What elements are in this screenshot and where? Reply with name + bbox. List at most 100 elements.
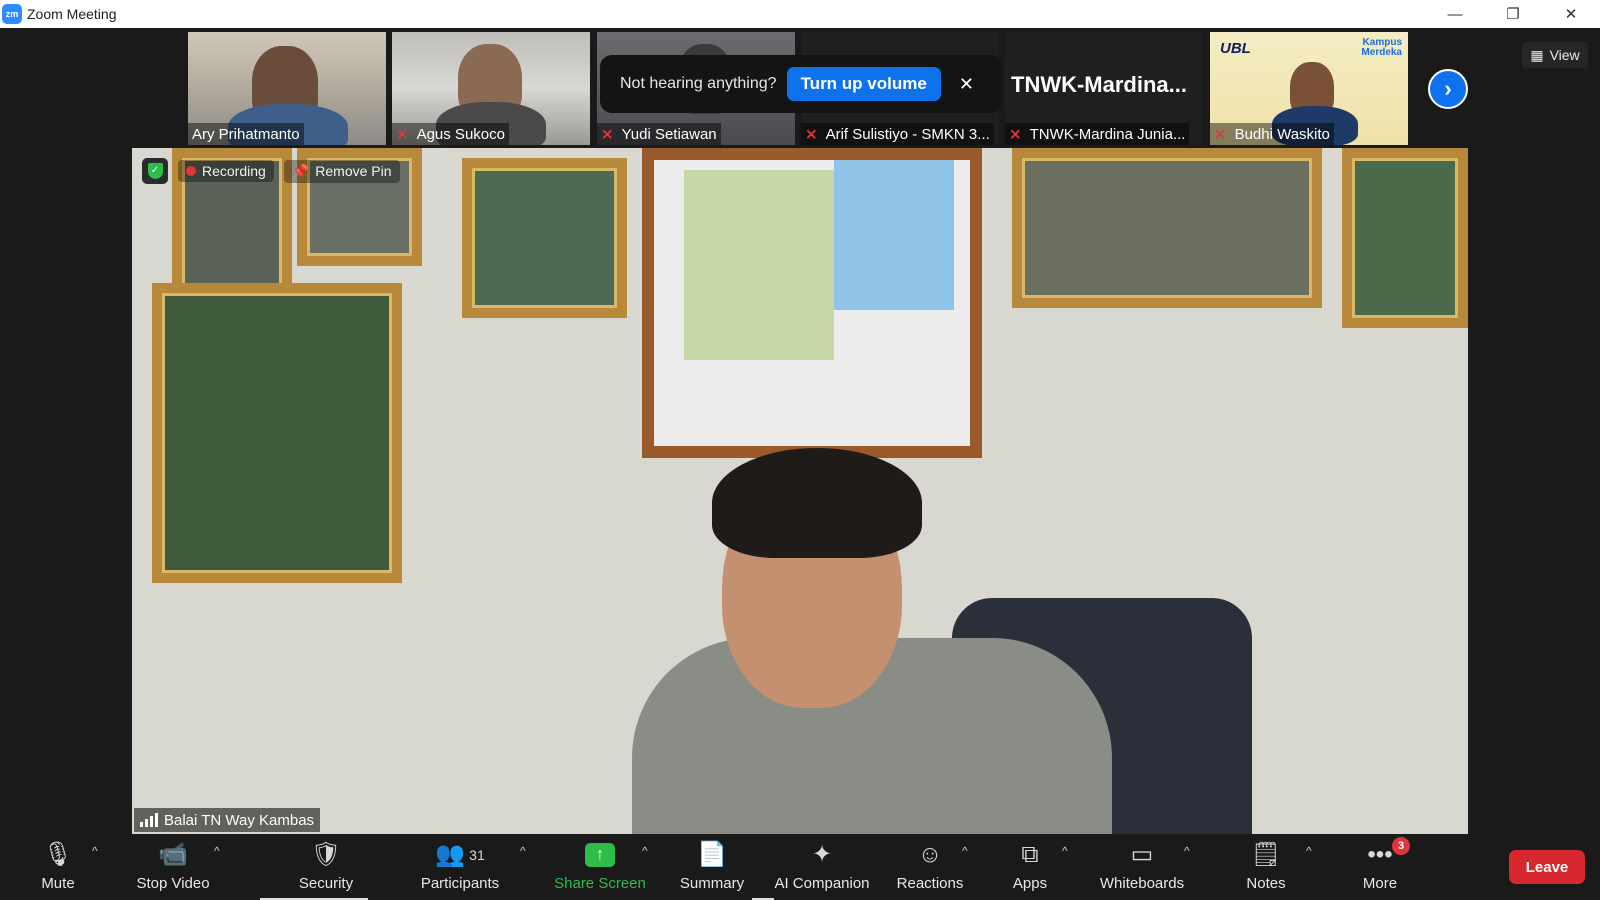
kampus-merdeka-logo: Kampus Merdeka	[1361, 37, 1402, 58]
grid-view-icon: ▦	[1530, 46, 1544, 63]
stop-video-label: Stop Video	[136, 875, 210, 892]
pin-icon: 📌	[291, 162, 310, 179]
participant-name-bar: Ary Prihatmanto	[188, 123, 304, 145]
view-button-label: View	[1549, 47, 1580, 63]
stop-video-button[interactable]: 📹 Stop Video	[128, 836, 218, 900]
participant-thumbnail[interactable]: TNWK-Mardina... ⨯ TNWK-Mardina Junia...	[1005, 32, 1203, 145]
minimize-button[interactable]: —	[1426, 0, 1484, 28]
mute-label: Mute	[41, 875, 75, 892]
whiteboards-button[interactable]: ▭ Whiteboards	[1092, 836, 1192, 900]
mic-muted-icon: ⨯	[396, 126, 409, 143]
participant-thumbnail[interactable]: UBL Kampus Merdeka ⨯ Budhi Waskito	[1210, 32, 1408, 145]
signal-strength-icon	[140, 813, 158, 827]
apps-options-caret-icon[interactable]: ^	[1062, 844, 1068, 858]
participant-name: Yudi Setiawan	[621, 125, 717, 143]
share-options-caret-icon[interactable]: ^	[642, 844, 648, 858]
recording-indicator[interactable]: Recording	[178, 160, 274, 182]
close-window-button[interactable]: ✕	[1542, 0, 1600, 28]
notes-icon: 🗒	[1250, 841, 1282, 868]
active-speaker-video[interactable]: ✓ Recording 📌 Remove Pin Balai TN Way Ka…	[132, 148, 1468, 834]
more-label: More	[1362, 875, 1398, 892]
participant-thumbnail[interactable]: ⨯ Agus Sukoco	[392, 32, 590, 145]
summary-label: Summary	[679, 875, 745, 892]
recording-label: Recording	[202, 163, 266, 179]
view-button[interactable]: ▦ View	[1522, 42, 1588, 68]
summary-button[interactable]: 📄 Summary	[676, 836, 748, 900]
whiteboards-label: Whiteboards	[1099, 875, 1185, 892]
participants-button[interactable]: 👥 31 Participants	[412, 836, 508, 900]
participant-name: Budhi Waskito	[1234, 125, 1330, 143]
leave-button[interactable]: Leave	[1509, 850, 1585, 884]
mic-muted-icon: ⨯	[1009, 126, 1022, 143]
participant-name-bar: ⨯ Yudi Setiawan	[597, 123, 721, 145]
summary-icon: 📄	[697, 841, 727, 868]
mute-button[interactable]: 🎙 Mute	[28, 836, 88, 900]
reactions-options-caret-icon[interactable]: ^	[962, 844, 968, 858]
participant-name-bar: ⨯ TNWK-Mardina Junia...	[1005, 123, 1190, 145]
wall-map	[642, 148, 982, 458]
reactions-button[interactable]: ☺ Reactions	[892, 836, 968, 900]
close-icon[interactable]: ✕	[959, 74, 974, 95]
wall-picture	[462, 158, 627, 318]
reactions-label: Reactions	[896, 875, 964, 892]
apps-button[interactable]: ⧉ Apps	[1000, 836, 1060, 900]
whiteboards-options-caret-icon[interactable]: ^	[1184, 844, 1190, 858]
apps-icon: ⧉	[1021, 841, 1039, 868]
participants-label: Participants	[420, 875, 500, 892]
ubl-logo: UBL	[1220, 40, 1251, 57]
remove-pin-button[interactable]: 📌 Remove Pin	[283, 159, 400, 183]
participant-name-bar: ⨯ Arif Sulistiyo - SMKN 3...	[801, 123, 994, 145]
share-screen-button[interactable]: ↑ Share Screen	[552, 836, 648, 900]
wall-picture	[152, 283, 402, 583]
apps-label: Apps	[1012, 875, 1048, 892]
security-button[interactable]: 🛡 Security	[290, 836, 362, 900]
shield-icon: 🛡	[310, 841, 342, 868]
microphone-icon: 🎙	[42, 841, 74, 868]
video-status-badges: ✓ Recording 📌 Remove Pin	[142, 158, 400, 184]
participants-count: 31	[469, 847, 485, 863]
restore-button[interactable]: ❐	[1484, 0, 1542, 28]
mic-muted-icon: ⨯	[805, 126, 818, 143]
ai-companion-label: AI Companion	[774, 875, 870, 892]
zoom-logo-icon: zm	[2, 4, 22, 24]
meeting-toolbar: 🎙 Mute ^ 📹 Stop Video ^ 🛡 Security 👥 31 P…	[0, 836, 1600, 900]
participant-thumbnail[interactable]: Ary Prihatmanto	[188, 32, 386, 145]
notes-label: Notes	[1246, 875, 1286, 892]
window-controls: — ❐ ✕	[1426, 0, 1600, 28]
participant-name: Agus Sukoco	[416, 125, 505, 143]
notes-button[interactable]: 🗒 Notes	[1234, 836, 1298, 900]
recording-dot-icon	[186, 166, 196, 176]
speaker-name-bar: Balai TN Way Kambas	[134, 808, 321, 832]
video-options-caret-icon[interactable]: ^	[214, 844, 220, 858]
participant-name: TNWK-Mardina Junia...	[1029, 125, 1186, 143]
audio-toast: Not hearing anything? Turn up volume ✕	[600, 55, 1002, 113]
video-camera-icon: 📹	[158, 841, 188, 868]
map-sea	[834, 160, 954, 310]
participant-name-bar: ⨯ Budhi Waskito	[1210, 123, 1334, 145]
ai-companion-button[interactable]: ✦ AI Companion	[768, 836, 876, 900]
chevron-right-icon: ›	[1444, 76, 1452, 101]
more-dots-icon: •••	[1367, 841, 1393, 868]
map-land	[684, 170, 834, 360]
share-screen-icon: ↑	[585, 843, 615, 867]
mic-muted-icon: ⨯	[601, 126, 614, 143]
notes-options-caret-icon[interactable]: ^	[1306, 844, 1312, 858]
audio-options-caret-icon[interactable]: ^	[92, 844, 98, 858]
participant-name-bar: ⨯ Agus Sukoco	[392, 123, 509, 145]
participant-name: Arif Sulistiyo - SMKN 3...	[825, 125, 990, 143]
participants-options-caret-icon[interactable]: ^	[520, 844, 526, 858]
whiteboard-icon: ▭	[1130, 841, 1154, 868]
window-title: Zoom Meeting	[27, 6, 117, 22]
share-screen-label: Share Screen	[554, 875, 646, 892]
encryption-shield-icon[interactable]: ✓	[142, 158, 168, 184]
smiley-plus-icon: ☺	[917, 841, 943, 868]
sparkle-icon: ✦	[811, 841, 833, 868]
participants-icon: 👥 31	[435, 841, 485, 868]
remove-pin-label: Remove Pin	[315, 163, 392, 179]
participant-name: Ary Prihatmanto	[192, 125, 300, 143]
next-page-button[interactable]: ›	[1428, 69, 1468, 109]
security-label: Security	[298, 875, 354, 892]
more-notification-badge: 3	[1392, 837, 1410, 855]
title-bar: zm Zoom Meeting — ❐ ✕	[0, 0, 1600, 28]
turn-up-volume-button[interactable]: Turn up volume	[786, 67, 941, 101]
